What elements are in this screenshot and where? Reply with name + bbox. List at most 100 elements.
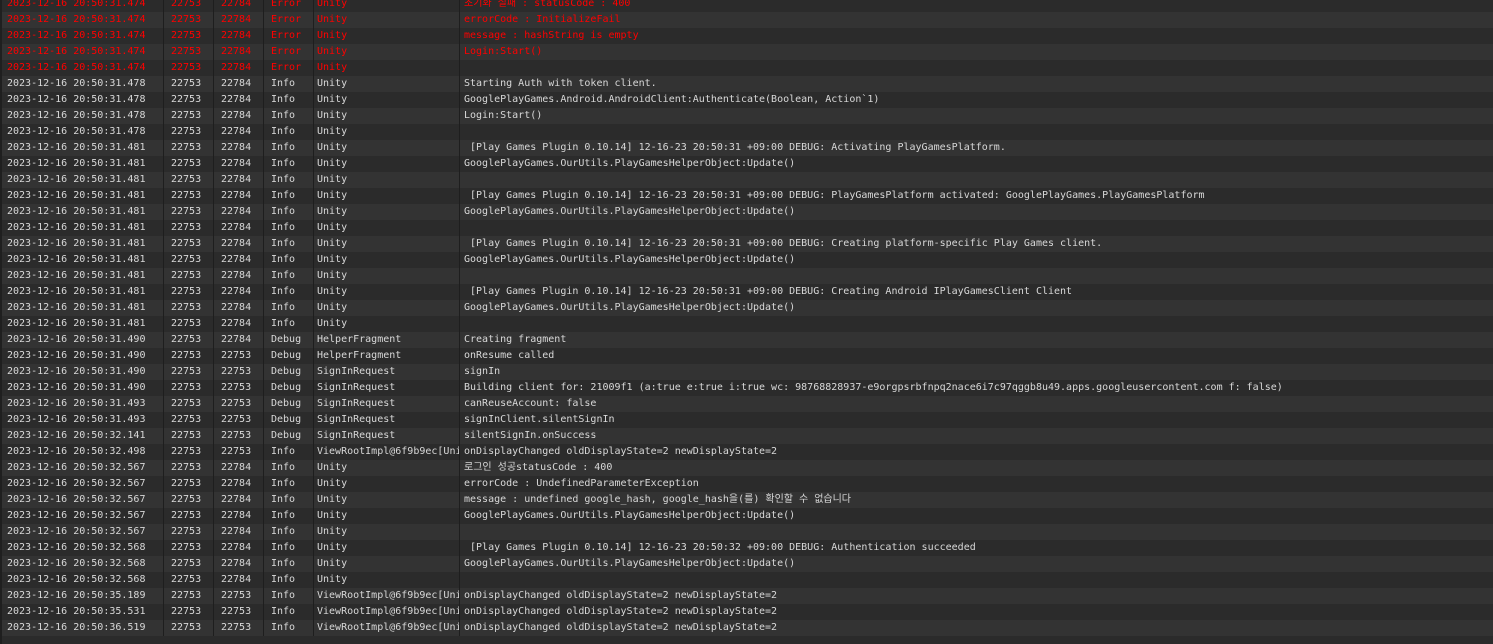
log-row[interactable]: 2023-12-16 20:50:32.568 22753 22784 Info Uni… [0,540,1493,556]
log-pid: 22753 [164,364,214,380]
log-tag: Unity [314,108,460,124]
log-pid: 22753 [164,332,214,348]
log-level: Debug [264,428,314,444]
log-tag: Unity [314,492,460,508]
log-tag: Unity [314,172,460,188]
log-tid: 22784 [214,172,264,188]
log-message: GooglePlayGames.OurUtils.PlayGamesHelper… [464,302,796,313]
log-tid: 22753 [214,588,264,604]
log-row[interactable]: 2023-12-16 20:50:31.474 22753 22784 Error Un… [0,60,1493,76]
log-row[interactable]: 2023-12-16 20:50:31.481 22753 22784 Info Uni… [0,284,1493,300]
log-row[interactable]: 2023-12-16 20:50:31.490 22753 22753 Debug He… [0,348,1493,364]
log-timestamp: 2023-12-16 20:50:31.474 [0,44,164,60]
log-pid: 22753 [164,156,214,172]
log-row[interactable]: 2023-12-16 20:50:31.478 22753 22784 Info Uni… [0,124,1493,140]
log-tag: SignInRequest [314,364,460,380]
log-row[interactable]: 2023-12-16 20:50:31.481 22753 22784 Info Uni… [0,156,1493,172]
log-timestamp: 2023-12-16 20:50:32.567 [0,492,164,508]
log-level: Info [264,444,314,460]
log-message: GooglePlayGames.OurUtils.PlayGamesHelper… [464,558,796,569]
log-level: Info [264,140,314,156]
log-level: Debug [264,380,314,396]
log-timestamp: 2023-12-16 20:50:31.481 [0,252,164,268]
log-row[interactable]: 2023-12-16 20:50:31.481 22753 22784 Info Uni… [0,172,1493,188]
log-row[interactable]: 2023-12-16 20:50:31.474 22753 22784 Error Un… [0,0,1493,12]
log-row[interactable]: 2023-12-16 20:50:31.481 22753 22784 Info Uni… [0,300,1493,316]
log-message: GooglePlayGames.OurUtils.PlayGamesHelper… [464,158,796,169]
log-row[interactable]: 2023-12-16 20:50:31.474 22753 22784 Error Un… [0,12,1493,28]
log-tid: 22784 [214,44,264,60]
log-tid: 22784 [214,108,264,124]
log-message: message : undefined google_hash, google_… [464,494,852,505]
log-row[interactable]: 2023-12-16 20:50:31.490 22753 22753 Debug Si… [0,364,1493,380]
log-row[interactable]: 2023-12-16 20:50:31.478 22753 22784 Info Uni… [0,92,1493,108]
log-level: Info [264,284,314,300]
log-tag: SignInRequest [314,396,460,412]
log-message: onResume called [464,350,555,361]
log-level: Info [264,492,314,508]
log-message [460,60,1493,76]
log-row[interactable]: 2023-12-16 20:50:35.531 22753 22753 Info Vie… [0,604,1493,620]
log-row[interactable]: 2023-12-16 20:50:31.481 22753 22784 Info Uni… [0,188,1493,204]
log-row[interactable]: 2023-12-16 20:50:31.493 22753 22753 Debug Si… [0,412,1493,428]
log-tid: 22784 [214,460,264,476]
log-level: Info [264,572,314,588]
log-pid: 22753 [164,300,214,316]
log-tag: Unity [314,12,460,28]
log-row[interactable]: 2023-12-16 20:50:32.567 22753 22784 Info Uni… [0,460,1493,476]
log-tid: 22753 [214,380,264,396]
log-tag: SignInRequest [314,380,460,396]
log-row[interactable]: 2023-12-16 20:50:31.490 22753 22784 Debug He… [0,332,1493,348]
log-row[interactable]: 2023-12-16 20:50:31.474 22753 22784 Error Un… [0,28,1493,44]
log-level: Debug [264,348,314,364]
log-timestamp: 2023-12-16 20:50:31.481 [0,268,164,284]
log-row[interactable]: 2023-12-16 20:50:32.567 22753 22784 Info Uni… [0,524,1493,540]
log-row[interactable]: 2023-12-16 20:50:31.481 22753 22784 Info Uni… [0,252,1493,268]
log-row[interactable]: 2023-12-16 20:50:31.474 22753 22784 Error Un… [0,44,1493,60]
log-message: [Play Games Plugin 0.10.14] 12-16-23 20:… [464,542,976,553]
log-timestamp: 2023-12-16 20:50:32.568 [0,556,164,572]
log-level: Info [264,300,314,316]
log-row[interactable]: 2023-12-16 20:50:31.481 22753 22784 Info Uni… [0,316,1493,332]
log-message: Building client for: 21009f1 (a:true e:t… [464,382,1283,393]
log-tid: 22784 [214,316,264,332]
log-pid: 22753 [164,124,214,140]
log-pid: 22753 [164,316,214,332]
log-pid: 22753 [164,284,214,300]
log-row[interactable]: 2023-12-16 20:50:32.141 22753 22753 Debug Si… [0,428,1493,444]
log-row[interactable]: 2023-12-16 20:50:31.493 22753 22753 Debug Si… [0,396,1493,412]
log-level: Info [264,620,314,636]
log-pid: 22753 [164,412,214,428]
log-tag: Unity [314,76,460,92]
log-tid: 22753 [214,348,264,364]
log-message: errorCode : UndefinedParameterException [464,478,699,489]
log-row[interactable]: 2023-12-16 20:50:31.481 22753 22784 Info Uni… [0,268,1493,284]
log-row[interactable]: 2023-12-16 20:50:32.567 22753 22784 Info Uni… [0,508,1493,524]
log-row[interactable]: 2023-12-16 20:50:35.189 22753 22753 Info Vie… [0,588,1493,604]
log-message: message : hashString is empty [464,30,639,41]
logcat-view[interactable]: 2023-12-16 20:50:31.474 22753 22784 Error Un… [0,0,1493,644]
log-row[interactable]: 2023-12-16 20:50:32.568 22753 22784 Info Uni… [0,556,1493,572]
log-row[interactable]: 2023-12-16 20:50:32.568 22753 22784 Info Uni… [0,572,1493,588]
log-row[interactable]: 2023-12-16 20:50:31.481 22753 22784 Info Uni… [0,220,1493,236]
log-level: Error [264,0,314,12]
log-row[interactable]: 2023-12-16 20:50:31.478 22753 22784 Info Uni… [0,76,1493,92]
log-row[interactable]: 2023-12-16 20:50:32.498 22753 22753 Info Vie… [0,444,1493,460]
log-pid: 22753 [164,140,214,156]
log-row[interactable]: 2023-12-16 20:50:31.481 22753 22784 Info Uni… [0,140,1493,156]
log-row[interactable]: 2023-12-16 20:50:36.519 22753 22753 Info Vie… [0,620,1493,636]
log-row[interactable]: 2023-12-16 20:50:31.490 22753 22753 Debug Si… [0,380,1493,396]
log-timestamp: 2023-12-16 20:50:31.481 [0,156,164,172]
log-row[interactable]: 2023-12-16 20:50:31.481 22753 22784 Info Uni… [0,204,1493,220]
log-level: Info [264,268,314,284]
log-row[interactable]: 2023-12-16 20:50:31.481 22753 22784 Info Uni… [0,236,1493,252]
log-row[interactable]: 2023-12-16 20:50:32.567 22753 22784 Info Uni… [0,492,1493,508]
log-row[interactable]: 2023-12-16 20:50:31.478 22753 22784 Info Uni… [0,108,1493,124]
log-level: Debug [264,412,314,428]
log-tid: 22753 [214,620,264,636]
log-row[interactable]: 2023-12-16 20:50:32.567 22753 22784 Info Uni… [0,476,1493,492]
log-message: Login:Start() [464,110,543,121]
log-tid: 22784 [214,0,264,12]
log-message: GooglePlayGames.OurUtils.PlayGamesHelper… [464,206,796,217]
log-timestamp: 2023-12-16 20:50:31.481 [0,188,164,204]
